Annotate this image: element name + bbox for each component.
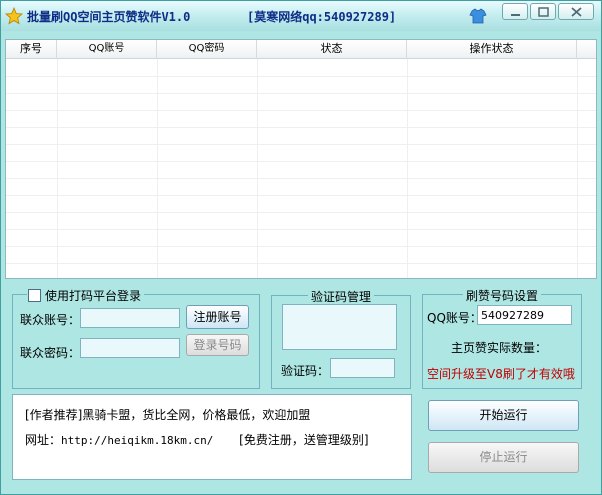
lianzhong-account-input[interactable] xyxy=(80,308,180,328)
grid-line xyxy=(6,178,596,179)
grid-line xyxy=(6,229,596,230)
title-bar: 批量刷QQ空间主页赞软件V1.0 [莫寒网络qq:540927289] xyxy=(1,1,601,31)
grid-line xyxy=(6,93,596,94)
captcha-code-input[interactable] xyxy=(330,358,395,378)
minimize-button[interactable] xyxy=(502,3,528,20)
password-label: 联众密码： xyxy=(20,346,81,360)
captcha-group: 验证码管理 验证码： xyxy=(271,288,411,389)
column-header-status[interactable]: 状态 xyxy=(257,40,407,59)
column-header-index[interactable]: 序号 xyxy=(6,40,57,59)
captcha-code-label: 验证码： xyxy=(281,364,330,378)
use-captcha-platform-checkbox[interactable] xyxy=(28,289,41,302)
lianzhong-password-input[interactable] xyxy=(80,338,180,358)
grid-line xyxy=(6,144,596,145)
account-table[interactable]: 序号 QQ账号 QQ密码 状态 操作状态 xyxy=(5,39,597,279)
minimize-icon xyxy=(511,14,520,16)
target-qq-label: QQ账号： xyxy=(427,311,482,325)
actual-likes-label: 主页赞实际数量： xyxy=(451,341,548,355)
grid-line xyxy=(6,212,596,213)
login-number-button[interactable]: 登录号码 xyxy=(186,334,249,356)
grid-line xyxy=(6,195,596,196)
grid-column-line xyxy=(257,59,258,278)
grid-line xyxy=(6,246,596,247)
target-settings-group: 刷赞号码设置 QQ账号： 主页赞实际数量： 空间升级至V8刷了才有效哦 xyxy=(422,287,582,389)
star-icon xyxy=(5,6,23,25)
maximize-button[interactable] xyxy=(530,3,556,20)
grid-line xyxy=(6,127,596,128)
app-window: 批量刷QQ空间主页赞软件V1.0 [莫寒网络qq:540927289] 序号 Q… xyxy=(0,0,602,495)
grid-line xyxy=(6,76,596,77)
column-header-qq-password[interactable]: QQ密码 xyxy=(157,40,257,59)
captcha-group-title: 验证码管理 xyxy=(308,288,375,305)
grid-column-line xyxy=(577,59,578,278)
promo-suffix: [免费注册，送管理级别] xyxy=(239,433,369,447)
account-label: 联众账号： xyxy=(20,313,81,327)
url-label: 网址： xyxy=(25,433,62,447)
notice-line-url: 网址：http://heiqikm.18km.cn/ [免费注册，送管理级别] xyxy=(25,431,369,448)
stop-button[interactable]: 停止运行 xyxy=(428,442,579,473)
promo-link[interactable]: http://heiqikm.18km.cn/ xyxy=(61,434,213,447)
grid-line xyxy=(6,263,596,264)
column-header-qq-account[interactable]: QQ账号 xyxy=(57,40,157,59)
upgrade-note: 空间升级至V8刷了才有效哦 xyxy=(427,367,575,381)
contact-text: [莫寒网络qq:540927289] xyxy=(247,10,397,24)
captcha-image xyxy=(282,304,397,350)
window-title: 批量刷QQ空间主页赞软件V1.0 xyxy=(27,10,191,24)
target-qq-input[interactable] xyxy=(477,305,572,325)
login-group: 使用打码平台登录 联众账号： 注册账号 联众密码： 登录号码 xyxy=(12,287,260,389)
notice-line-promo: [作者推荐]黑骑卡盟，货比全网，价格最低，欢迎加盟 xyxy=(25,408,311,422)
shirt-icon[interactable] xyxy=(469,7,487,25)
grid-column-line xyxy=(157,59,158,278)
notice-panel: [作者推荐]黑骑卡盟，货比全网，价格最低，欢迎加盟 网址：http://heiq… xyxy=(12,394,412,480)
login-group-title: 使用打码平台登录 xyxy=(27,287,145,304)
register-account-button[interactable]: 注册账号 xyxy=(186,305,249,329)
target-settings-title: 刷赞号码设置 xyxy=(463,287,542,304)
use-captcha-platform-label: 使用打码平台登录 xyxy=(45,289,142,303)
column-header-operation-status[interactable]: 操作状态 xyxy=(407,40,577,59)
start-button[interactable]: 开始运行 xyxy=(428,400,579,431)
close-icon xyxy=(571,7,582,17)
grid-line xyxy=(6,110,596,111)
grid-column-line xyxy=(57,59,58,278)
table-header: 序号 QQ账号 QQ密码 状态 操作状态 xyxy=(6,40,596,59)
close-button[interactable] xyxy=(558,3,594,20)
grid-line xyxy=(6,161,596,162)
maximize-icon xyxy=(538,7,549,17)
grid-column-line xyxy=(407,59,408,278)
